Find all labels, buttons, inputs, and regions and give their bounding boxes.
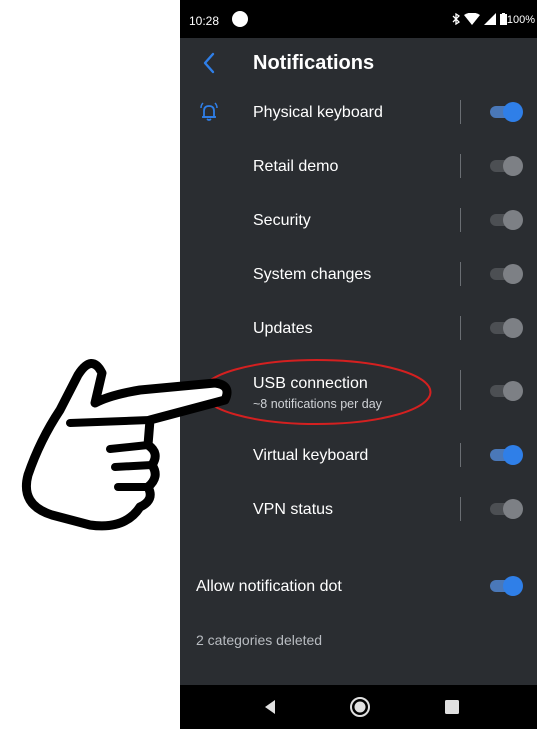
back-triangle-icon[interactable] (259, 696, 281, 718)
page-title: Notifications (253, 52, 375, 74)
category-label: Security (253, 212, 311, 229)
virtual-keyboard-toggle[interactable] (490, 444, 524, 466)
signal-icon (484, 13, 496, 25)
category-label: Virtual keyboard (253, 447, 369, 464)
chevron-left-icon[interactable] (198, 50, 222, 76)
vpn-status-toggle[interactable] (490, 498, 524, 520)
row-divider (460, 208, 461, 232)
category-label: VPN status (253, 501, 334, 518)
alarm-bell-icon (200, 102, 218, 121)
notification-dot-icon (232, 11, 248, 27)
allow-notification-dot-row[interactable]: Allow notification dot (180, 559, 537, 613)
retail-demo-toggle[interactable] (490, 155, 524, 177)
category-row-system-changes[interactable]: System changes (180, 247, 537, 301)
system-changes-toggle[interactable] (490, 263, 524, 285)
usb-connection-toggle[interactable] (490, 380, 524, 402)
row-divider (460, 443, 461, 467)
category-label: Updates (253, 320, 313, 337)
category-row-security[interactable]: Security (180, 193, 537, 247)
row-divider (460, 100, 461, 124)
category-row-retail-demo[interactable]: Retail demo (180, 139, 537, 193)
status-icons (452, 13, 507, 25)
category-label: Physical keyboard (253, 104, 383, 121)
app-bar: Notifications (180, 38, 537, 88)
updates-toggle[interactable] (490, 317, 524, 339)
category-label: System changes (253, 266, 372, 283)
physical-keyboard-toggle[interactable] (490, 101, 524, 123)
row-divider (460, 316, 461, 340)
navigation-bar (180, 685, 537, 729)
category-label: Retail demo (253, 158, 339, 175)
categories-deleted-text: 2 categories deleted (196, 632, 323, 648)
wifi-icon (464, 13, 480, 25)
home-circle-icon[interactable] (349, 696, 371, 718)
allow-notification-dot-toggle[interactable] (490, 575, 524, 597)
status-time: 10:28 (189, 14, 220, 28)
status-bar: 10:28 100% (180, 0, 537, 38)
row-divider (460, 370, 461, 410)
allow-dot-label: Allow notification dot (196, 578, 342, 595)
row-divider (460, 154, 461, 178)
recents-square-icon[interactable] (441, 696, 463, 718)
security-toggle[interactable] (490, 209, 524, 231)
row-divider (460, 497, 461, 521)
pointing-hand-icon (22, 359, 232, 531)
battery-percent: 100% (506, 14, 535, 26)
category-row-physical-keyboard[interactable]: Physical keyboard (180, 85, 537, 139)
bluetooth-icon (452, 13, 460, 25)
row-divider (460, 262, 461, 286)
